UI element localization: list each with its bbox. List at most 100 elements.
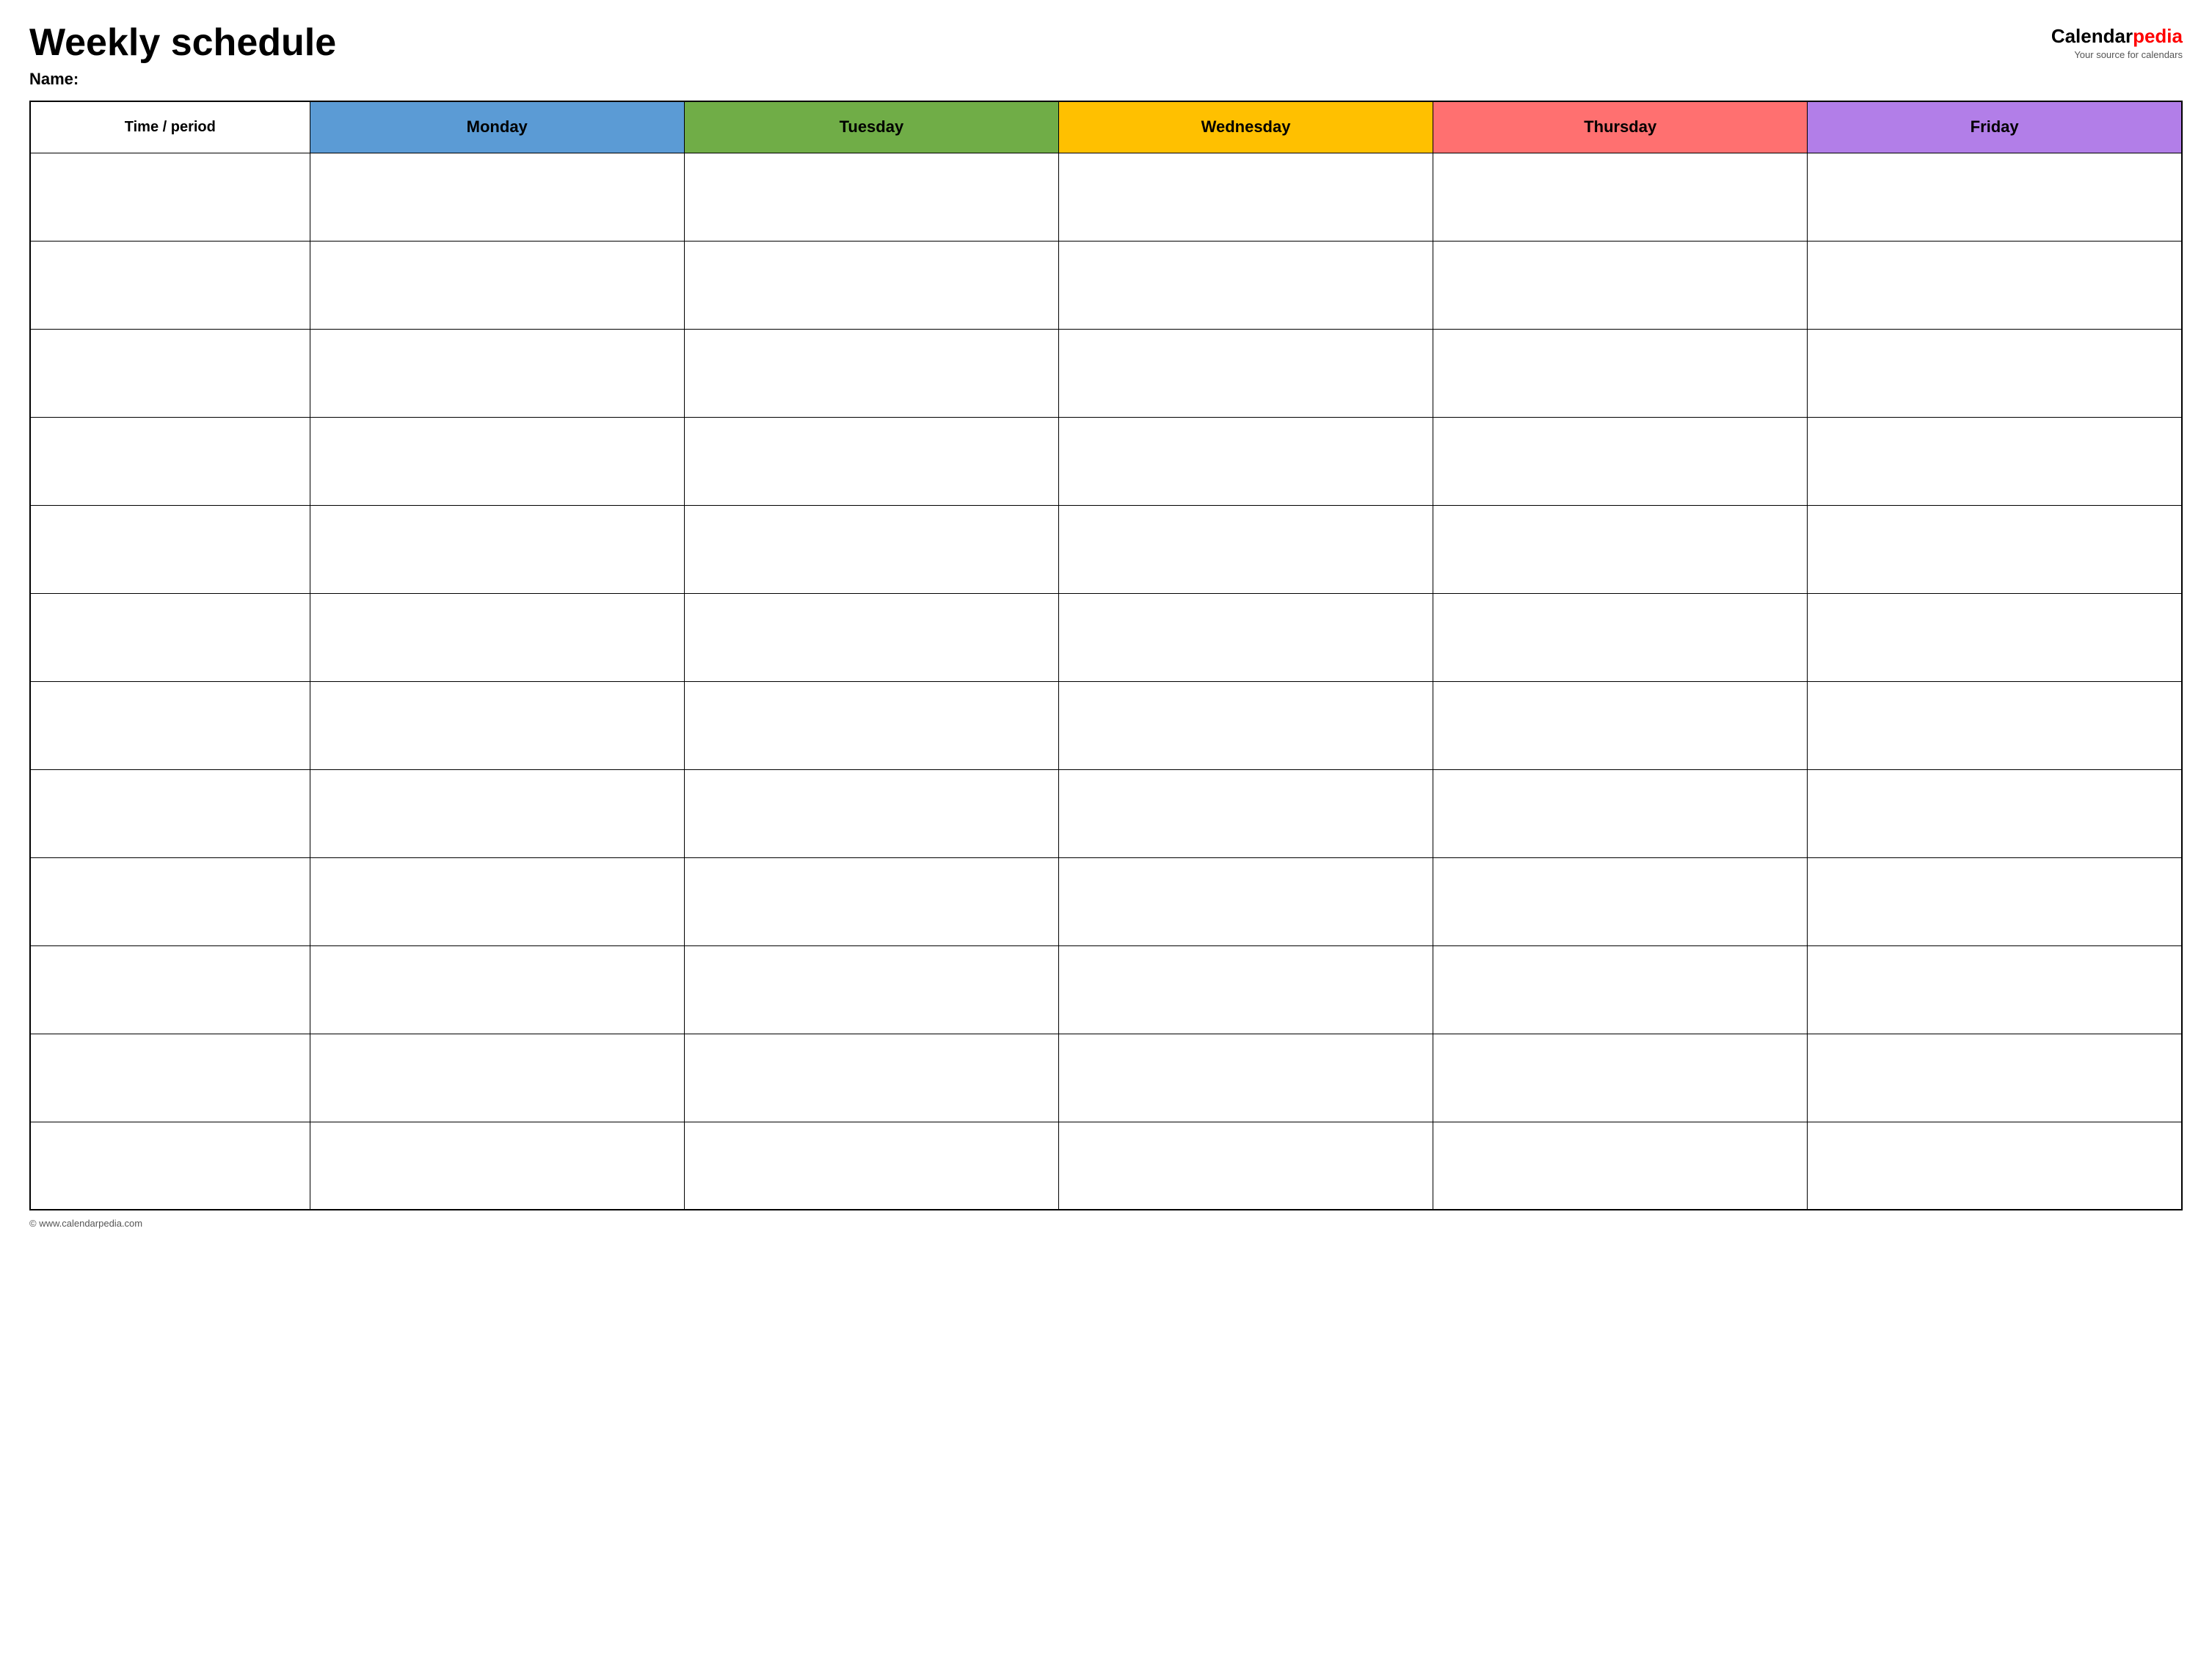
wednesday-cell[interactable] bbox=[1058, 593, 1433, 681]
friday-cell[interactable] bbox=[1808, 1034, 2182, 1122]
logo-text: Calendarpedia bbox=[2051, 25, 2183, 48]
footer: © www.calendarpedia.com bbox=[29, 1218, 2183, 1229]
tuesday-cell[interactable] bbox=[684, 505, 1058, 593]
wednesday-cell[interactable] bbox=[1058, 505, 1433, 593]
tuesday-cell[interactable] bbox=[684, 593, 1058, 681]
thursday-cell[interactable] bbox=[1433, 417, 1808, 505]
table-row bbox=[30, 153, 2182, 241]
friday-cell[interactable] bbox=[1808, 1122, 2182, 1210]
table-row bbox=[30, 241, 2182, 329]
friday-cell[interactable] bbox=[1808, 241, 2182, 329]
thursday-cell[interactable] bbox=[1433, 1034, 1808, 1122]
time-cell[interactable] bbox=[30, 593, 310, 681]
table-row bbox=[30, 417, 2182, 505]
thursday-cell[interactable] bbox=[1433, 857, 1808, 945]
tuesday-cell[interactable] bbox=[684, 417, 1058, 505]
monday-cell[interactable] bbox=[310, 505, 684, 593]
monday-cell[interactable] bbox=[310, 945, 684, 1034]
name-label: Name: bbox=[29, 70, 336, 89]
schedule-table: Time / period Monday Tuesday Wednesday T… bbox=[29, 101, 2183, 1210]
time-cell[interactable] bbox=[30, 153, 310, 241]
friday-cell[interactable] bbox=[1808, 153, 2182, 241]
thursday-cell[interactable] bbox=[1433, 945, 1808, 1034]
title-section: Weekly schedule Name: bbox=[29, 22, 336, 89]
friday-cell[interactable] bbox=[1808, 857, 2182, 945]
friday-cell[interactable] bbox=[1808, 945, 2182, 1034]
col-header-friday: Friday bbox=[1808, 101, 2182, 153]
tuesday-cell[interactable] bbox=[684, 241, 1058, 329]
logo-calendar-part: Calendar bbox=[2051, 25, 2133, 47]
footer-text: © www.calendarpedia.com bbox=[29, 1218, 142, 1229]
friday-cell[interactable] bbox=[1808, 417, 2182, 505]
monday-cell[interactable] bbox=[310, 857, 684, 945]
monday-cell[interactable] bbox=[310, 241, 684, 329]
col-header-tuesday: Tuesday bbox=[684, 101, 1058, 153]
tuesday-cell[interactable] bbox=[684, 1122, 1058, 1210]
table-body bbox=[30, 153, 2182, 1210]
monday-cell[interactable] bbox=[310, 593, 684, 681]
logo-section: Calendarpedia Your source for calendars bbox=[2051, 25, 2183, 60]
tuesday-cell[interactable] bbox=[684, 857, 1058, 945]
table-row bbox=[30, 769, 2182, 857]
monday-cell[interactable] bbox=[310, 153, 684, 241]
wednesday-cell[interactable] bbox=[1058, 153, 1433, 241]
tuesday-cell[interactable] bbox=[684, 153, 1058, 241]
thursday-cell[interactable] bbox=[1433, 769, 1808, 857]
wednesday-cell[interactable] bbox=[1058, 1034, 1433, 1122]
friday-cell[interactable] bbox=[1808, 593, 2182, 681]
table-row bbox=[30, 857, 2182, 945]
wednesday-cell[interactable] bbox=[1058, 945, 1433, 1034]
table-row bbox=[30, 945, 2182, 1034]
time-cell[interactable] bbox=[30, 769, 310, 857]
time-cell[interactable] bbox=[30, 505, 310, 593]
monday-cell[interactable] bbox=[310, 1034, 684, 1122]
wednesday-cell[interactable] bbox=[1058, 1122, 1433, 1210]
thursday-cell[interactable] bbox=[1433, 505, 1808, 593]
table-row bbox=[30, 1122, 2182, 1210]
time-cell[interactable] bbox=[30, 417, 310, 505]
page-title: Weekly schedule bbox=[29, 22, 336, 64]
page-header: Weekly schedule Name: Calendarpedia Your… bbox=[29, 22, 2183, 89]
thursday-cell[interactable] bbox=[1433, 593, 1808, 681]
wednesday-cell[interactable] bbox=[1058, 681, 1433, 769]
wednesday-cell[interactable] bbox=[1058, 241, 1433, 329]
time-cell[interactable] bbox=[30, 241, 310, 329]
time-cell[interactable] bbox=[30, 1034, 310, 1122]
header-row: Time / period Monday Tuesday Wednesday T… bbox=[30, 101, 2182, 153]
monday-cell[interactable] bbox=[310, 417, 684, 505]
table-row bbox=[30, 593, 2182, 681]
tuesday-cell[interactable] bbox=[684, 769, 1058, 857]
wednesday-cell[interactable] bbox=[1058, 417, 1433, 505]
monday-cell[interactable] bbox=[310, 1122, 684, 1210]
time-cell[interactable] bbox=[30, 329, 310, 417]
tuesday-cell[interactable] bbox=[684, 329, 1058, 417]
wednesday-cell[interactable] bbox=[1058, 329, 1433, 417]
time-cell[interactable] bbox=[30, 857, 310, 945]
wednesday-cell[interactable] bbox=[1058, 769, 1433, 857]
col-header-time: Time / period bbox=[30, 101, 310, 153]
table-row bbox=[30, 329, 2182, 417]
table-row bbox=[30, 681, 2182, 769]
tuesday-cell[interactable] bbox=[684, 681, 1058, 769]
col-header-wednesday: Wednesday bbox=[1058, 101, 1433, 153]
monday-cell[interactable] bbox=[310, 681, 684, 769]
friday-cell[interactable] bbox=[1808, 769, 2182, 857]
time-cell[interactable] bbox=[30, 681, 310, 769]
monday-cell[interactable] bbox=[310, 769, 684, 857]
thursday-cell[interactable] bbox=[1433, 1122, 1808, 1210]
thursday-cell[interactable] bbox=[1433, 241, 1808, 329]
time-cell[interactable] bbox=[30, 1122, 310, 1210]
wednesday-cell[interactable] bbox=[1058, 857, 1433, 945]
friday-cell[interactable] bbox=[1808, 505, 2182, 593]
thursday-cell[interactable] bbox=[1433, 153, 1808, 241]
time-cell[interactable] bbox=[30, 945, 310, 1034]
thursday-cell[interactable] bbox=[1433, 329, 1808, 417]
tuesday-cell[interactable] bbox=[684, 945, 1058, 1034]
friday-cell[interactable] bbox=[1808, 681, 2182, 769]
tuesday-cell[interactable] bbox=[684, 1034, 1058, 1122]
logo-pedia-part: pedia bbox=[2133, 25, 2183, 47]
table-row bbox=[30, 505, 2182, 593]
thursday-cell[interactable] bbox=[1433, 681, 1808, 769]
monday-cell[interactable] bbox=[310, 329, 684, 417]
friday-cell[interactable] bbox=[1808, 329, 2182, 417]
